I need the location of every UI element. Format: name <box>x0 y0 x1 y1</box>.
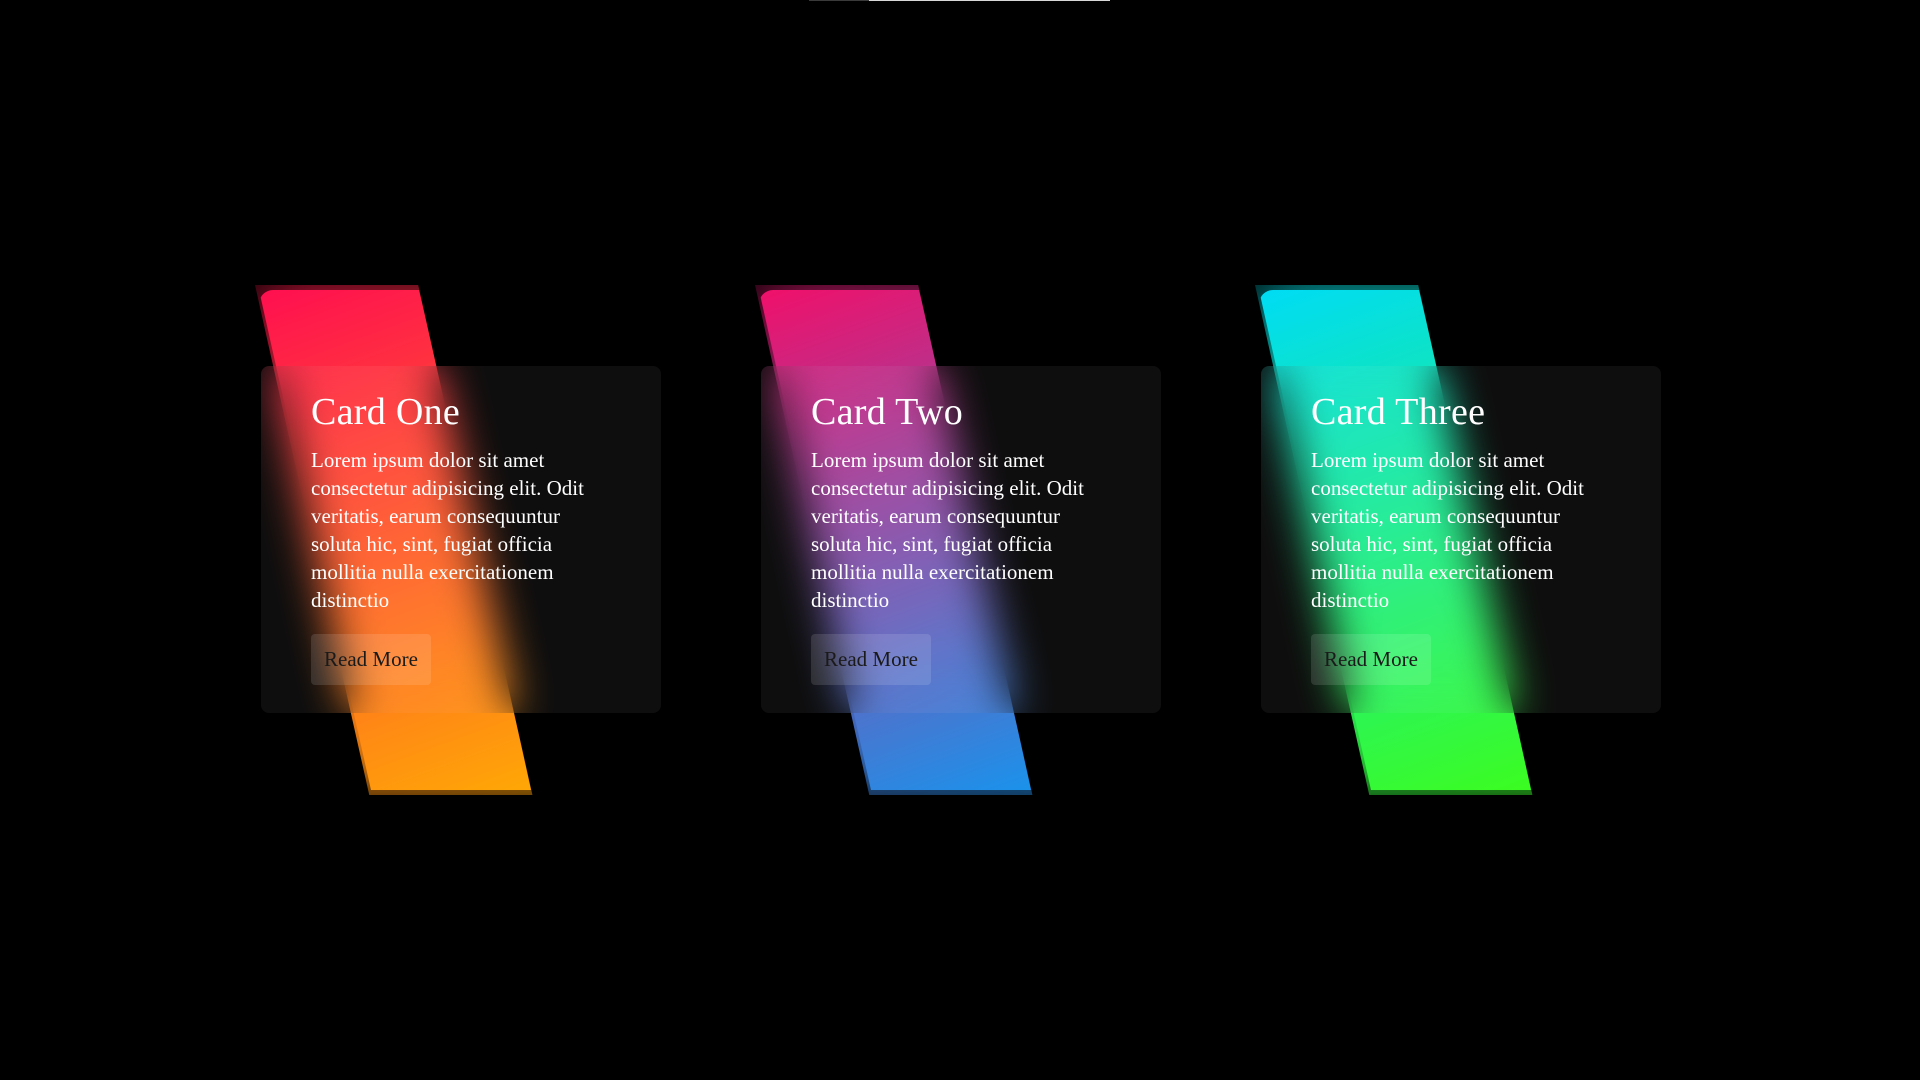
page: Card One Lorem ipsum dolor sit amet cons… <box>0 0 1920 1080</box>
top-scroll-track <box>809 0 869 1</box>
card-text: Lorem ipsum dolor sit amet consectetur a… <box>1311 448 1584 612</box>
card-glass-panel: Card Three Lorem ipsum dolor sit amet co… <box>1261 366 1661 713</box>
card-glass-panel: Card Two Lorem ipsum dolor sit amet cons… <box>761 366 1161 713</box>
card-title: Card Two <box>811 391 964 433</box>
top-scroll-indicator <box>869 0 1110 1</box>
card-content: Card One Lorem ipsum dolor sit amet cons… <box>311 390 611 685</box>
card-text: Lorem ipsum dolor sit amet consectetur a… <box>811 448 1084 612</box>
read-more-button[interactable]: Read More <box>311 634 431 685</box>
card-two: Card Two Lorem ipsum dolor sit amet cons… <box>755 285 1161 795</box>
card-text: Lorem ipsum dolor sit amet consectetur a… <box>311 448 584 612</box>
card-title: Card One <box>311 391 461 433</box>
read-more-button[interactable]: Read More <box>1311 634 1431 685</box>
card-three: Card Three Lorem ipsum dolor sit amet co… <box>1255 285 1661 795</box>
card-content: Card Three Lorem ipsum dolor sit amet co… <box>1311 390 1611 685</box>
card-glass-panel: Card One Lorem ipsum dolor sit amet cons… <box>261 366 661 713</box>
card-title: Card Three <box>1311 391 1486 433</box>
card-content: Card Two Lorem ipsum dolor sit amet cons… <box>811 390 1111 685</box>
card-one: Card One Lorem ipsum dolor sit amet cons… <box>255 285 661 795</box>
read-more-button[interactable]: Read More <box>811 634 931 685</box>
